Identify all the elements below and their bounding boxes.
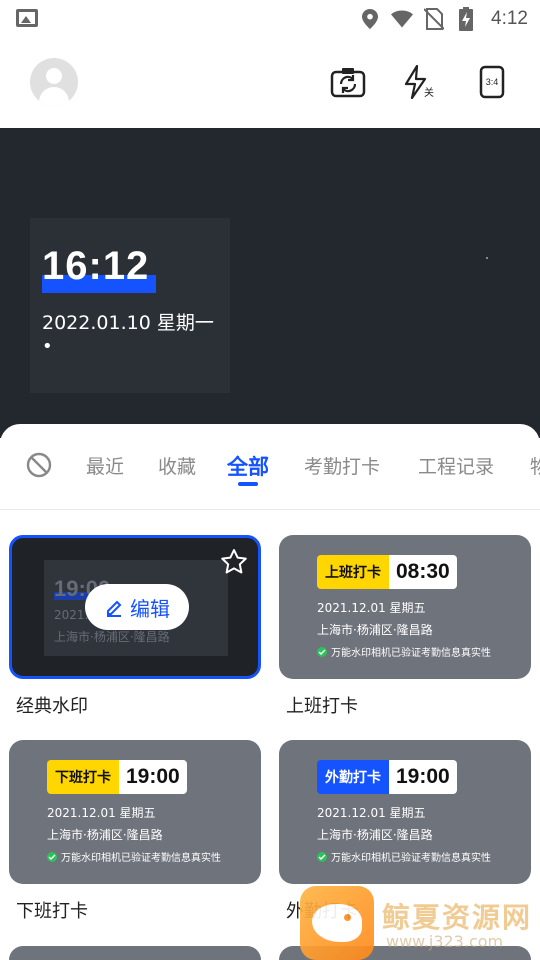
template-classic[interactable]: 19:00 2021.12.0 上海市·杨浦区·隆昌路 编辑: [9, 535, 261, 679]
watermark-time: 16:12: [42, 244, 150, 288]
tab-more[interactable]: 物: [530, 452, 540, 479]
wifi-icon: [391, 8, 414, 30]
favorite-button[interactable]: [220, 548, 248, 576]
flash-toggle-button[interactable]: 关: [398, 62, 438, 102]
site-logo-watermark: [300, 886, 374, 960]
flash-state-label: 关: [424, 88, 434, 99]
classic-preview-location: 上海市·杨浦区·隆昌路: [54, 630, 170, 644]
no-watermark-icon: [26, 452, 52, 478]
verify-line: 万能水印相机已验证考勤信息真实性: [317, 849, 491, 864]
user-avatar-icon[interactable]: [30, 58, 78, 106]
punch-location: 上海市·杨浦区·隆昌路: [317, 623, 433, 637]
template-clock-in[interactable]: 上班打卡 08:30 2021.12.01 星期五 上海市·杨浦区·隆昌路 万能…: [279, 535, 531, 679]
tab-favorites[interactable]: 收藏: [158, 452, 196, 479]
punch-time: 19:00: [389, 760, 457, 794]
status-icons: 4:12: [359, 6, 528, 32]
image-icon: [16, 9, 38, 27]
template-field-clock[interactable]: 外勤打卡 19:00 2021.12.01 星期五 上海市·杨浦区·隆昌路 万能…: [279, 740, 531, 884]
battery-charging-icon: [455, 7, 477, 31]
site-watermark-text: 鲸夏资源网: [382, 901, 533, 934]
tab-all[interactable]: 全部: [227, 451, 269, 481]
punch-tag: 外勤打卡: [317, 760, 389, 794]
verify-line: 万能水印相机已验证考勤信息真实性: [47, 849, 221, 864]
camera-top-bar: 关 3:4: [0, 38, 540, 128]
punch-time: 19:00: [119, 760, 187, 794]
tab-engineering[interactable]: 工程记录: [418, 452, 494, 479]
watermark-dot: •: [42, 336, 53, 357]
no-watermark-button[interactable]: [26, 452, 52, 478]
verify-text: 万能水印相机已验证考勤信息真实性: [61, 853, 221, 864]
check-icon: [47, 851, 57, 862]
punch-tag: 上班打卡: [317, 555, 389, 589]
verify-text: 万能水印相机已验证考勤信息真实性: [331, 648, 491, 659]
tab-attendance[interactable]: 考勤打卡: [304, 452, 380, 479]
edit-icon: [107, 600, 122, 617]
punch-header: 下班打卡 19:00: [47, 760, 187, 794]
template-name: 经典水印: [16, 696, 88, 717]
check-icon: [317, 646, 327, 657]
location-icon: [359, 8, 381, 30]
template-clock-out[interactable]: 下班打卡 19:00 2021.12.01 星期五 上海市·杨浦区·隆昌路 万能…: [9, 740, 261, 884]
punch-date: 2021.12.01 星期五: [317, 806, 426, 820]
switch-camera-icon: [330, 68, 366, 98]
camera-preview[interactable]: 16:12 2022.01.10 星期一 •: [0, 128, 540, 438]
verify-text: 万能水印相机已验证考勤信息真实性: [331, 853, 491, 864]
status-bar: 4:12: [0, 0, 540, 38]
punch-header: 外勤打卡 19:00: [317, 760, 457, 794]
punch-date: 2021.12.01 星期五: [47, 806, 156, 820]
edit-button[interactable]: 编辑: [85, 584, 189, 630]
clock-time: 4:12: [491, 8, 528, 29]
active-tab-indicator: [238, 482, 258, 486]
verify-line: 万能水印相机已验证考勤信息真实性: [317, 644, 491, 659]
no-sim-icon: [423, 8, 445, 30]
tab-recent[interactable]: 最近: [86, 452, 124, 479]
punch-tag: 下班打卡: [47, 760, 119, 794]
watermark-overlay[interactable]: 16:12 2022.01.10 星期一 •: [30, 218, 230, 393]
watermark-date: 2022.01.10 星期一: [42, 312, 214, 334]
focus-dot: [486, 257, 488, 259]
edit-label: 编辑: [130, 596, 170, 621]
punch-location: 上海市·杨浦区·隆昌路: [317, 828, 433, 842]
template-name: 下班打卡: [16, 901, 88, 922]
switch-camera-button[interactable]: [328, 62, 368, 102]
punch-header: 上班打卡 08:30: [317, 555, 457, 589]
template-name: 上班打卡: [286, 696, 358, 717]
star-outline-icon: [221, 549, 247, 574]
template-peek[interactable]: [9, 946, 261, 960]
category-tabs: 最近 收藏 全部 考勤打卡 工程记录 物: [0, 424, 540, 510]
punch-date: 2021.12.01 星期五: [317, 601, 426, 615]
punch-location: 上海市·杨浦区·隆昌路: [47, 828, 163, 842]
check-icon: [317, 851, 327, 862]
site-watermark-url: www.j323.com: [386, 932, 504, 951]
punch-time: 08:30: [389, 555, 457, 589]
aspect-ratio-button[interactable]: 3:4: [472, 62, 512, 102]
aspect-ratio-label: 3:4: [485, 77, 499, 87]
